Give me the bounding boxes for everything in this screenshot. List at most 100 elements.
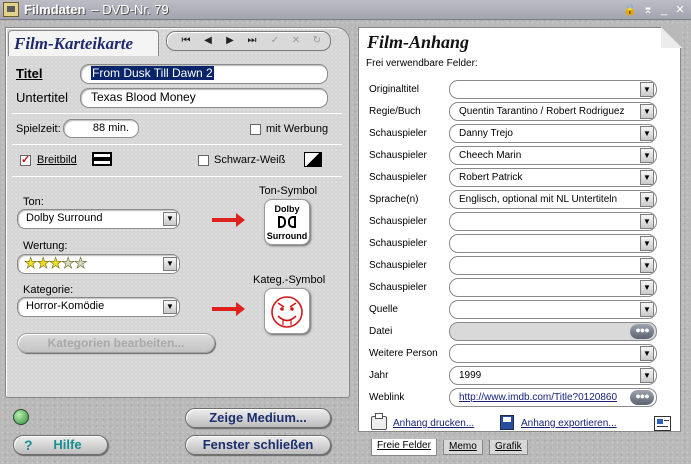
anhang-field-value: Quentin Tarantino / Robert Rodriguez [459,106,625,117]
anhang-field-label: Schauspieler [369,172,427,183]
anhang-field-label: Jahr [369,370,389,381]
arrow-right-icon [212,302,245,316]
anhang-field-combo[interactable]: Englisch, optional mit NL Untertiteln ▼ [449,190,657,209]
refresh-icon[interactable]: ↻ [307,33,327,49]
anhang-field-combo[interactable]: Robert Patrick ▼ [449,168,657,187]
green-status-icon[interactable] [13,409,29,425]
anhang-field-combo[interactable]: ▼ [449,234,657,253]
star-empty-icon: ★ [61,255,75,272]
breitbild-checkbox[interactable]: ✓ [20,155,31,166]
anhang-field-combo[interactable]: ▼ [449,344,657,363]
spielzeit-field[interactable]: 88 min. [63,119,139,138]
fenster-schliessen-button[interactable]: Fenster schließen [185,435,331,455]
untertitel-label: Untertitel [16,90,69,105]
chevron-down-icon[interactable]: ▼ [640,302,654,317]
ton-select[interactable]: Dolby Surround ▼ [17,209,180,229]
schwarz-weiss-checkbox[interactable] [198,155,209,166]
chevron-down-icon[interactable]: ▼ [163,212,177,226]
kategorien-bearbeiten-button[interactable]: Kategorien bearbeiten... [17,333,215,353]
black-white-icon [304,152,322,167]
chevron-down-icon[interactable]: ▼ [163,300,177,314]
save-disk-icon[interactable] [500,415,514,430]
anhang-field-value[interactable]: http://www.imdb.com/Title?0120860 [459,392,617,403]
anhang-field-combo[interactable]: ▼ [449,80,657,99]
star-filled-icon: ★ [48,255,63,272]
star-filled-icon: ★ [24,255,38,272]
breitbild-label: Breitbild [37,154,77,166]
dolby-double-d-icon [278,216,296,228]
chevron-down-icon[interactable]: ▼ [640,280,654,295]
tab-freie-felder[interactable]: Freie Felder [371,439,437,456]
tab-film-karteikarte[interactable]: Film-Karteikarte [8,30,159,56]
anhang-field-value: Danny Trejo [459,128,513,139]
cancel-icon[interactable]: ✕ [286,33,306,49]
anhang-field-label: Sprache(n) [369,194,419,205]
titel-label: Titel [16,66,43,81]
anhang-field-label: Datei [369,326,393,337]
anhang-field-combo[interactable]: 1999 ▼ [449,366,657,385]
anhang-drucken-link[interactable]: Anhang drucken... [393,418,474,429]
chevron-down-icon[interactable]: ▼ [640,104,654,119]
close-icon[interactable]: ✕ [673,3,687,17]
confirm-icon[interactable]: ✓ [265,33,285,49]
anhang-field-label: Originaltitel [369,84,420,95]
browse-dots-button[interactable]: ●●● [630,390,654,405]
previous-record-icon[interactable]: ◀ [198,33,218,49]
help-icon: ? [24,437,33,453]
kategorie-select[interactable]: Horror-Komödie ▼ [17,297,180,317]
last-record-icon[interactable]: ⏭ [242,33,262,49]
chevron-down-icon[interactable]: ▼ [640,126,654,141]
anhang-field-combo[interactable]: Danny Trejo ▼ [449,124,657,143]
anhang-field-combo[interactable]: Cheech Marin ▼ [449,146,657,165]
star-empty-icon: ★ [73,255,88,272]
next-record-icon[interactable]: ▶ [220,33,240,49]
chevron-down-icon[interactable]: ▼ [640,236,654,251]
anhang-field-combo[interactable]: ▼ [449,212,657,231]
chevron-down-icon[interactable]: ▼ [163,257,177,271]
chevron-down-icon[interactable]: ▼ [640,170,654,185]
anhang-exportieren-link[interactable]: Anhang exportieren... [521,418,617,429]
anhang-field-combo[interactable]: ▼ [449,300,657,319]
anhang-field-label: Schauspieler [369,128,427,139]
anhang-subtitle: Frei verwendbare Felder: [366,58,478,69]
anhang-field-label: Schauspieler [369,216,427,227]
anhang-field-label: Schauspieler [369,282,427,293]
anhang-field-value: Robert Patrick [459,172,523,183]
horror-smiley-symbol[interactable] [264,288,310,334]
anhang-field-combo[interactable]: ▼ [449,278,657,297]
wertung-label: Wertung: [23,240,68,252]
chevron-down-icon[interactable]: ▼ [640,148,654,163]
werbung-checkbox[interactable] [250,124,261,135]
anhang-field-label: Schauspieler [369,238,427,249]
lock-icon[interactable]: 🔒 [623,3,637,17]
titel-field[interactable]: From Dusk Till Dawn 2 [80,64,328,84]
anhang-field-combo[interactable]: ▼ [449,256,657,275]
zeige-medium-button[interactable]: Zeige Medium... [185,408,331,428]
hilfe-button[interactable]: ? Hilfe [13,435,108,455]
tab-memo[interactable]: Memo [443,440,483,455]
chevron-down-icon[interactable]: ▼ [640,258,654,273]
anhang-field-label: Weitere Person [369,348,438,359]
chevron-down-icon[interactable]: ▼ [640,82,654,97]
pin-icon[interactable]: ⌆ [641,3,655,17]
datei-field[interactable]: ●●● [449,322,657,341]
untertitel-field[interactable]: Texas Blood Money [80,88,328,108]
printer-icon[interactable] [371,413,387,430]
image-preview-icon[interactable] [654,416,671,431]
chevron-down-icon[interactable]: ▼ [640,214,654,229]
chevron-down-icon[interactable]: ▼ [640,368,654,383]
first-record-icon[interactable]: ⏮ [176,33,196,49]
record-navigation-bar: ⏮ ◀ ▶ ⏭ ✓ ✕ ↻ [166,31,331,51]
title-bar[interactable]: Filmdaten – DVD-Nr. 79 🔒 ⌆ _ ✕ [0,0,691,20]
weblink-field[interactable]: http://www.imdb.com/Title?0120860 ●●● [449,388,657,407]
minimize-icon[interactable]: _ [657,3,671,17]
chevron-down-icon[interactable]: ▼ [640,346,654,361]
anhang-field-combo[interactable]: Quentin Tarantino / Robert Rodriguez ▼ [449,102,657,121]
dolby-symbol[interactable]: Dolby Surround [264,199,310,245]
page-fold-corner [661,27,682,48]
tab-grafik[interactable]: Grafik [489,440,528,455]
chevron-down-icon[interactable]: ▼ [640,192,654,207]
browse-dots-button[interactable]: ●●● [630,324,654,339]
wertung-select[interactable]: ★★★★★ ▼ [17,254,180,274]
schwarz-weiss-label: Schwarz-Weiß [214,154,286,166]
